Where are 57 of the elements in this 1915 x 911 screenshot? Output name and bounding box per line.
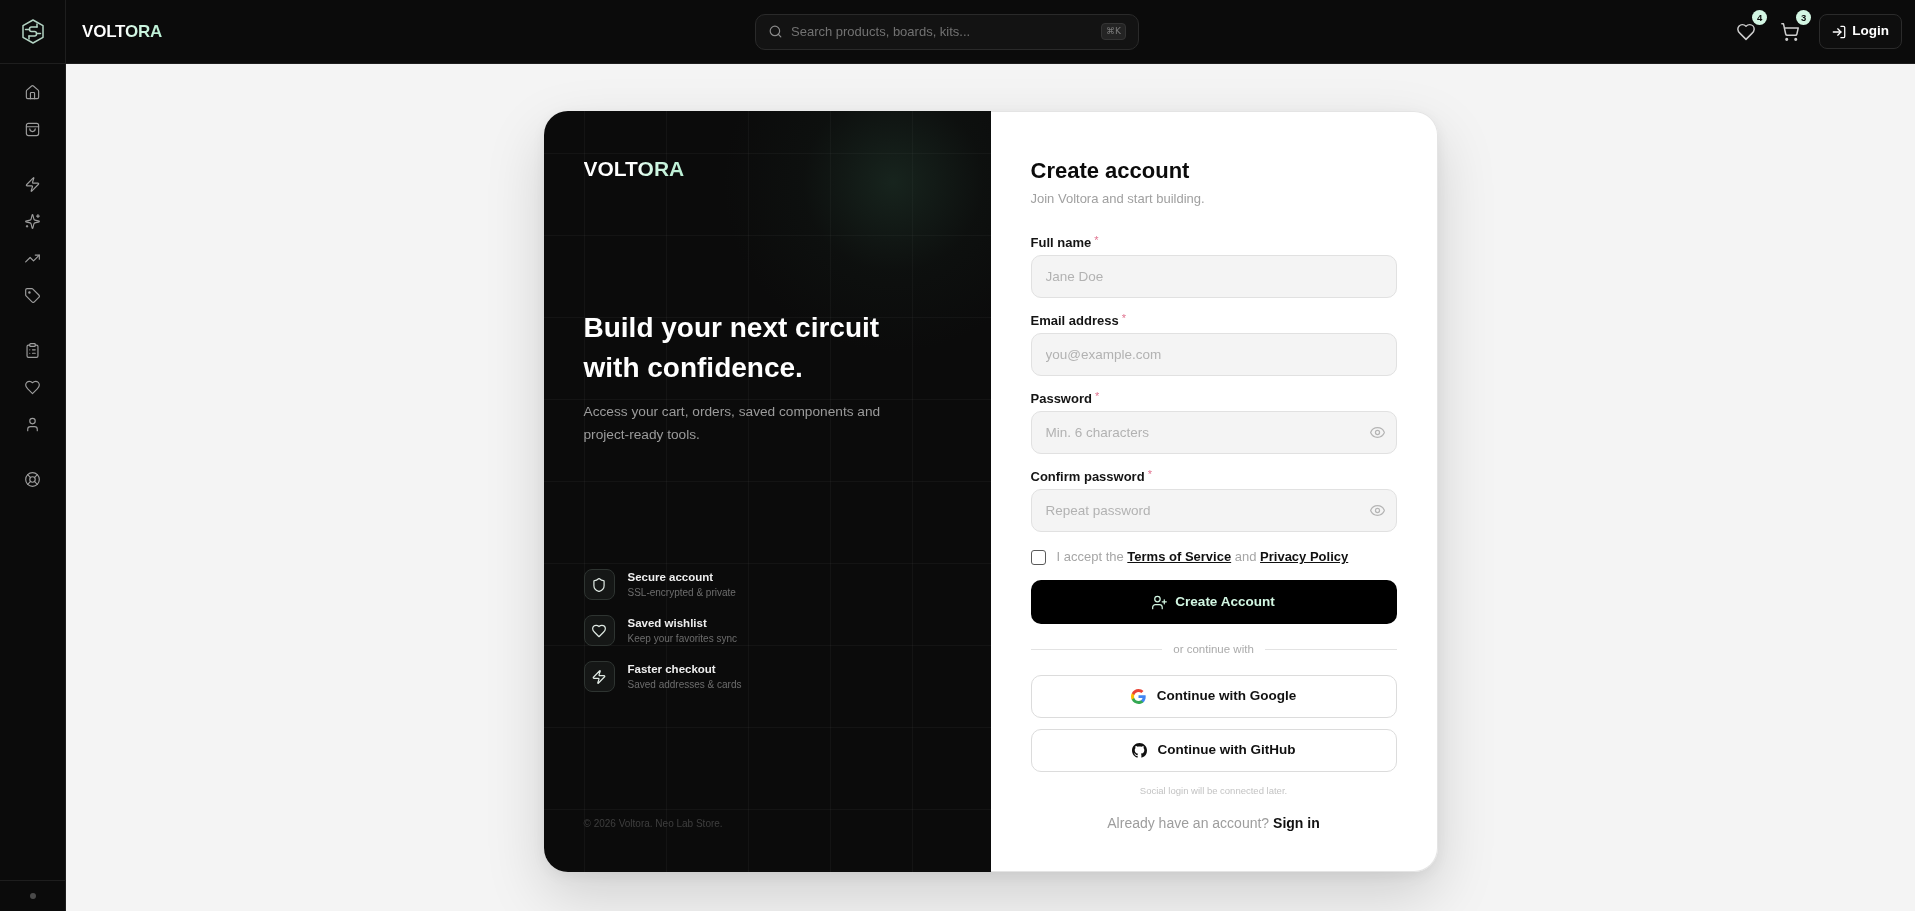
terms-checkbox[interactable] — [1030, 549, 1046, 565]
sparkles-icon[interactable] — [25, 214, 40, 229]
sign-in-prompt: Already have an account? Sign in — [1107, 814, 1320, 832]
divider-text: or continue with — [1173, 642, 1254, 656]
user-icon[interactable] — [25, 417, 40, 432]
feature-title: Faster checkout — [627, 662, 716, 676]
feature-description: Keep your favorites sync — [627, 632, 737, 645]
hexagon-logo-icon[interactable] — [21, 19, 44, 44]
feature-description: SSL-encrypted & private — [627, 586, 736, 599]
shopping-bag-icon[interactable] — [25, 122, 40, 137]
lifebuoy-icon[interactable] — [25, 472, 40, 487]
lightning-icon — [583, 661, 615, 692]
login-button[interactable]: Login — [1819, 14, 1902, 49]
privacy-link[interactable]: Privacy Policy — [1260, 549, 1349, 564]
cart-count-badge: 3 — [1796, 9, 1812, 25]
sign-in-link[interactable]: Sign in — [1273, 815, 1320, 831]
heart-icon — [583, 615, 615, 646]
trending-up-icon[interactable] — [25, 251, 40, 266]
login-icon — [1832, 24, 1847, 39]
field-label: Confirm password — [1030, 469, 1145, 484]
github-button[interactable]: Continue with GitHub — [1030, 729, 1397, 772]
dot-icon — [29, 893, 36, 899]
field-label: Full name — [1030, 235, 1092, 250]
field-label: Email address — [1030, 313, 1119, 328]
required-mark: * — [1121, 312, 1126, 324]
create-account-button[interactable]: Create Account — [1030, 580, 1397, 624]
form-title: Create account — [1030, 157, 1190, 185]
lightning-icon[interactable] — [25, 177, 40, 192]
shield-icon — [583, 569, 615, 600]
google-logo-icon — [1130, 689, 1146, 704]
terms-text: I accept the Terms of Service and Privacy Policy — [1056, 548, 1349, 566]
form-subtitle: Join Voltora and start building. — [1030, 190, 1205, 208]
required-mark: * — [1147, 468, 1152, 480]
required-mark: * — [1094, 234, 1099, 246]
feature-title: Secure account — [627, 570, 714, 584]
headline: Build your next circuit with confidence. — [583, 311, 881, 385]
password-field[interactable]: Min. 6 characters — [1030, 411, 1397, 454]
required-mark: * — [1094, 390, 1100, 402]
home-icon[interactable] — [25, 85, 40, 100]
google-button[interactable]: Continue with Google — [1030, 675, 1397, 718]
clipboard-list-icon[interactable] — [25, 343, 40, 358]
terms-link[interactable]: Terms of Service — [1127, 549, 1232, 564]
promo-description: Access your cart, orders, saved components and project-ready tools. — [583, 403, 882, 444]
feature-title: Saved wishlist — [627, 616, 707, 630]
user-plus-icon — [1152, 594, 1168, 610]
search-icon — [769, 25, 782, 38]
heart-icon[interactable] — [25, 380, 40, 395]
wishlist-count-badge: 4 — [1752, 9, 1768, 25]
cart-icon[interactable] — [1781, 22, 1800, 41]
text-field[interactable]: Jane Doe — [1030, 255, 1397, 298]
github-logo-icon — [1131, 743, 1147, 758]
tag-icon[interactable] — [25, 288, 40, 303]
password-field[interactable]: Repeat password — [1030, 489, 1397, 532]
heart-icon[interactable] — [1737, 22, 1756, 41]
email-field[interactable]: you@example.com — [1030, 333, 1397, 376]
feature-description: Saved addresses & cards — [627, 678, 742, 691]
field-label: Password — [1030, 391, 1092, 406]
